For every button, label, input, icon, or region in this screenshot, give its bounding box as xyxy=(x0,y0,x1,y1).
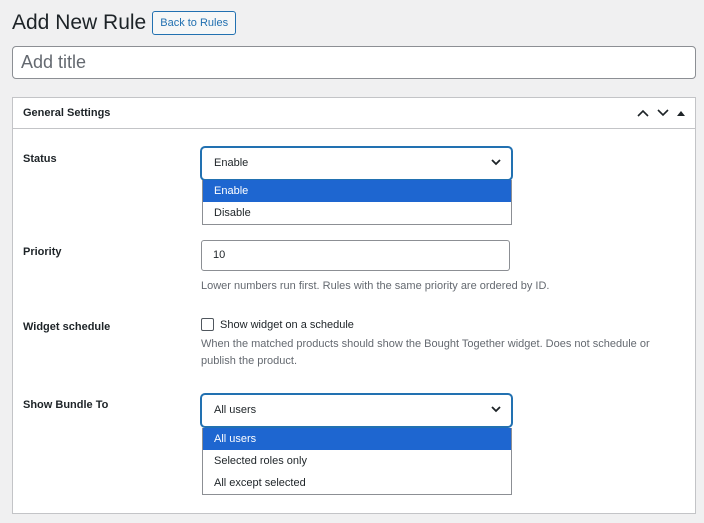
general-settings-panel: General Settings Status Enable Enable Di… xyxy=(12,97,696,514)
status-label: Status xyxy=(23,153,57,165)
bundle-option-all-except[interactable]: All except selected xyxy=(203,472,511,494)
show-bundle-to-dropdown-list: All users Selected roles only All except… xyxy=(202,428,512,495)
status-option-disable[interactable]: Disable xyxy=(203,202,511,224)
move-down-icon[interactable] xyxy=(657,109,669,117)
panel-title: General Settings xyxy=(23,107,111,119)
panel-header: General Settings xyxy=(13,98,695,129)
priority-input[interactable]: 10 xyxy=(201,240,510,271)
status-selected-value: Enable xyxy=(214,157,249,169)
back-to-rules-button[interactable]: Back to Rules xyxy=(152,11,237,35)
widget-schedule-description-line1: When the matched products should show th… xyxy=(201,338,650,350)
priority-description: Lower numbers run first. Rules with the … xyxy=(201,280,550,292)
status-dropdown-list: Enable Disable xyxy=(202,180,512,225)
widget-schedule-label: Widget schedule xyxy=(23,321,111,333)
panel-handle-actions xyxy=(637,109,685,117)
priority-label: Priority xyxy=(23,246,62,258)
page-title: Add New Rule xyxy=(12,11,147,34)
show-bundle-to-label: Show Bundle To xyxy=(23,399,109,411)
widget-schedule-option[interactable]: Show widget on a schedule xyxy=(201,318,354,331)
status-select[interactable]: Enable xyxy=(201,147,512,180)
bundle-option-selected-roles[interactable]: Selected roles only xyxy=(203,450,511,472)
show-bundle-to-selected-value: All users xyxy=(214,404,257,416)
status-option-enable[interactable]: Enable xyxy=(203,180,511,202)
schedule-checkbox[interactable] xyxy=(201,318,214,331)
collapse-toggle-icon[interactable] xyxy=(677,110,685,116)
bundle-option-all-users[interactable]: All users xyxy=(203,428,511,450)
schedule-checkbox-label[interactable]: Show widget on a schedule xyxy=(220,319,354,331)
chevron-down-icon xyxy=(491,159,501,166)
show-bundle-to-select[interactable]: All users xyxy=(201,394,512,427)
page-header: Add New Rule Back to Rules xyxy=(12,10,237,36)
widget-schedule-description-line2: publish the product. xyxy=(201,355,298,367)
chevron-down-icon xyxy=(491,406,501,413)
title-input[interactable]: Add title xyxy=(12,46,696,79)
move-up-icon[interactable] xyxy=(637,109,649,117)
